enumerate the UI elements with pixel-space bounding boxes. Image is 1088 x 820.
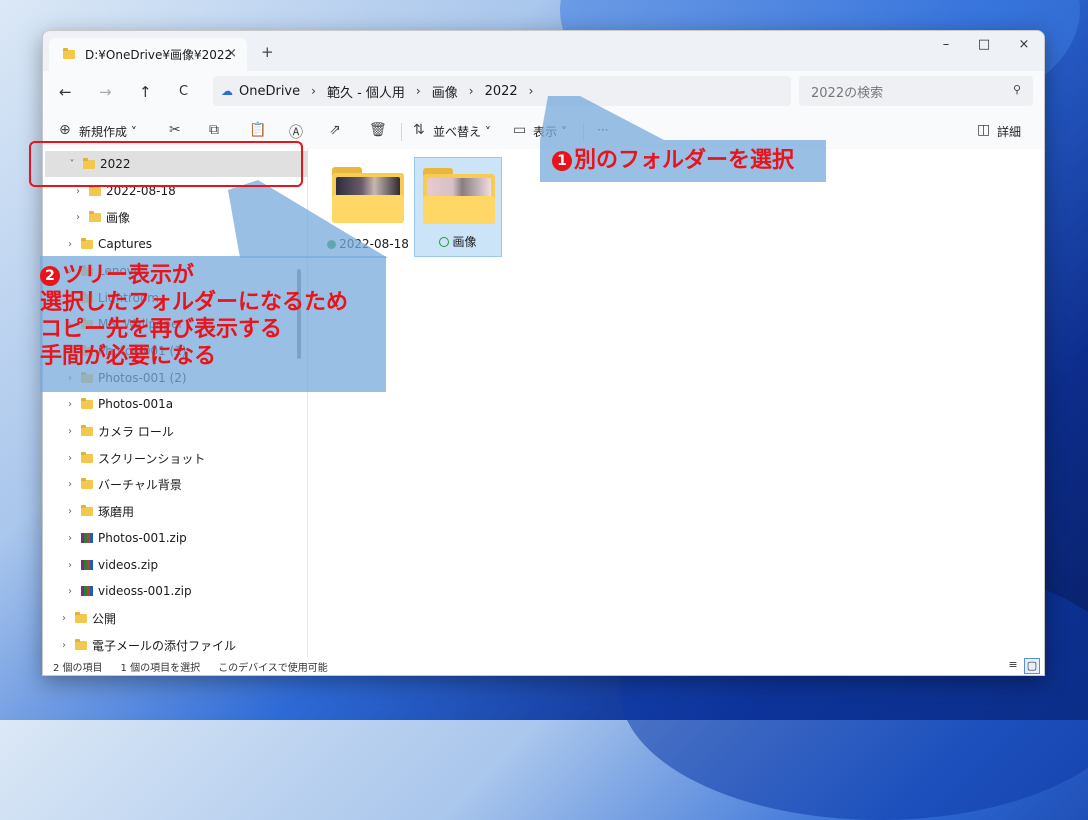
annotation-2: 2 ツリー表示が 選択したフォルダーになるため コピー先を再び表示する 手間が必要… [40, 262, 348, 370]
annotation-number-2: 2 [40, 266, 60, 286]
annotation-1-text: 別のフォルダーを選択 [574, 148, 795, 173]
highlight-selected-folder [29, 141, 303, 187]
annotation-2-line-1: 2 ツリー表示が [40, 262, 348, 289]
annotation-2-line-1-text: ツリー表示が [62, 263, 195, 288]
annotation-2-line-4: 手間が必要になる [40, 344, 217, 369]
annotation-2-line-3: コピー先を再び表示する [40, 317, 283, 342]
annotation-1: 1 別のフォルダーを選択 [552, 147, 794, 174]
annotation-2-line-2: 選択したフォルダーになるため [40, 290, 349, 315]
annotation-number-1: 1 [552, 151, 572, 171]
